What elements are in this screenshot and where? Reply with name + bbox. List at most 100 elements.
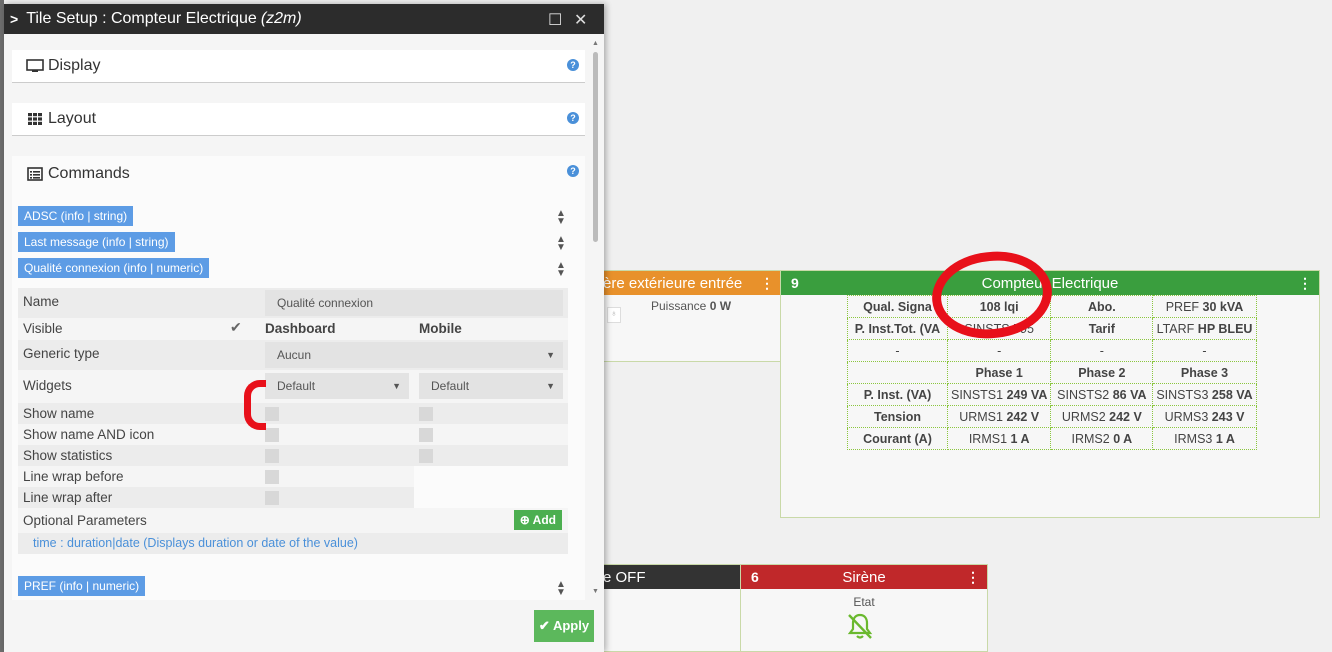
tile-off[interactable]: e OFF: [600, 564, 742, 652]
grid-icon: [28, 113, 42, 125]
row-show-statistics: Show statistics: [18, 445, 568, 466]
panel-header: Display: [12, 50, 585, 82]
meter-cell-text: Phase 3: [1180, 365, 1229, 380]
meter-cell: SINSTS1 249 VA: [946, 383, 1052, 406]
name-input[interactable]: Qualité connexion: [265, 290, 563, 316]
meter-row: ----: [847, 339, 1257, 362]
show-name-mobile-checkbox[interactable]: [419, 407, 433, 421]
tile-menu-icon[interactable]: ⋮: [966, 569, 980, 586]
row-visible: Visible ✔ Dashboard Mobile: [18, 318, 568, 340]
row-line-wrap-before: Line wrap before: [18, 466, 414, 487]
dialog-titlebar: > Tile Setup : Compteur Electrique (z2m)…: [4, 4, 604, 34]
tile-setup-dialog: > Tile Setup : Compteur Electrique (z2m)…: [4, 4, 604, 652]
tile-menu-icon[interactable]: ⋮: [1298, 275, 1312, 292]
command-last-message[interactable]: Last message (info | string): [18, 232, 175, 252]
meter-cell-text: -: [1202, 343, 1207, 358]
panel-display[interactable]: Display ?: [12, 50, 585, 83]
widget-mobile-value: Default: [431, 379, 470, 393]
widget-dashboard-value: Default: [277, 379, 316, 393]
meter-cell: URMS3 243 V: [1152, 405, 1257, 428]
maximize-icon[interactable]: ☐: [548, 10, 562, 30]
command-pref[interactable]: PREF (info | numeric): [18, 576, 146, 596]
scroll-thumb[interactable]: [593, 52, 598, 242]
meter-row: Courant (A) IRMS1 1 A IRMS2 0 A IRMS3 1 A: [847, 427, 1257, 450]
bell-off-icon[interactable]: [845, 611, 875, 641]
bulb-icon[interactable]: ♁: [607, 307, 621, 323]
help-icon[interactable]: ?: [567, 112, 579, 124]
dialog-title: Tile Setup : Compteur Electrique: [26, 10, 257, 27]
meter-cell-text: Qual. Signa: [863, 299, 932, 314]
line-wrap-after-label: Line wrap after: [23, 490, 113, 505]
show-name-icon-dashboard-checkbox[interactable]: [265, 428, 279, 442]
tile-header: ère extérieure entrée ⋮: [601, 271, 781, 295]
meter-cell-text: Courant (A): [863, 431, 932, 446]
sort-handle-icon[interactable]: ▲ ▼: [556, 261, 566, 279]
command-adsc[interactable]: ADSC (info | string): [18, 206, 134, 226]
generic-type-label: Generic type: [23, 346, 100, 361]
power-label: Puissance: [650, 299, 707, 313]
tile-title: Sirène: [842, 568, 886, 586]
show-statistics-dashboard-checkbox[interactable]: [265, 449, 279, 463]
meter-row: Qual. Signa 108 lqi Abo. PREF 30 kVA: [847, 295, 1257, 318]
plus-circle-icon: ⊕: [519, 513, 530, 527]
help-icon[interactable]: ?: [567, 59, 579, 71]
visible-check-icon[interactable]: ✔: [230, 319, 242, 336]
sort-handle-icon[interactable]: ▲ ▼: [556, 580, 566, 598]
meter-cell-value: 30 kVA: [1202, 299, 1244, 314]
mobile-label: Mobile: [419, 321, 462, 336]
tile-title: ère extérieure entrée: [603, 274, 743, 292]
generic-type-select[interactable]: Aucun ▼: [265, 342, 563, 368]
meter-cell-value: HP BLEU: [1197, 321, 1253, 336]
help-icon[interactable]: ?: [567, 165, 579, 177]
sort-handle-icon[interactable]: ▲ ▼: [556, 235, 566, 253]
add-parameter-button[interactable]: ⊕ Add: [513, 510, 562, 530]
tile-menu-icon[interactable]: ⋮: [760, 275, 774, 292]
meter-cell: SINSTS3 258 VA: [1152, 383, 1257, 406]
meter-cell-text: P. Inst.Tot. (VA: [854, 321, 941, 336]
dialog-body: Display ? Layout ? Commands ? ADSC (info…: [4, 34, 588, 600]
meter-cell-value: 258 VA: [1211, 387, 1253, 402]
caret-down-icon: ▼: [546, 350, 555, 360]
meter-cell: IRMS3 1 A: [1152, 427, 1257, 450]
tile-compteur-electrique[interactable]: 9 Compteur Electrique ⋮ Qual. Signa 108 l…: [780, 270, 1320, 518]
sort-handle-icon[interactable]: ▲ ▼: [556, 209, 566, 227]
row-name: Name Qualité connexion: [18, 288, 568, 318]
meter-cell-text: IRMS1: [968, 431, 1011, 446]
meter-cell-value: 1 A: [1010, 431, 1030, 446]
line-wrap-before-checkbox[interactable]: [265, 470, 279, 484]
widget-dashboard-select[interactable]: Default ▼: [265, 373, 409, 399]
meter-cell: PREF 30 kVA: [1152, 295, 1257, 318]
panel-header[interactable]: Commands: [12, 156, 585, 192]
close-icon[interactable]: ✕: [574, 10, 587, 30]
dialog-scrollbar[interactable]: ▲ ▼: [592, 40, 600, 600]
meter-cell-text: URMS2: [1061, 409, 1110, 424]
meter-cell-text: Tarif: [1088, 321, 1115, 336]
tile-exterior-entry[interactable]: ère extérieure entrée ⋮ Puissance 0 W ♁: [600, 270, 782, 362]
show-name-dashboard-checkbox[interactable]: [265, 407, 279, 421]
scroll-up-icon[interactable]: ▲: [592, 40, 599, 47]
panel-layout[interactable]: Layout ?: [12, 103, 585, 136]
command-qualite-connexion[interactable]: Qualité connexion (info | numeric): [18, 258, 210, 278]
meter-cell: -: [946, 339, 1052, 362]
tile-sirene[interactable]: 6 Sirène ⋮ Etat: [740, 564, 988, 652]
row-optional-parameters: Optional Parameters ⊕ Add: [18, 508, 568, 533]
meter-cell-text: Phase 1: [975, 365, 1023, 380]
chevron-right-icon: >: [10, 11, 19, 27]
meter-cell: URMS1 242 V: [946, 405, 1052, 428]
meter-cell-value: 243 V: [1211, 409, 1245, 424]
show-name-icon-mobile-checkbox[interactable]: [419, 428, 433, 442]
scroll-down-icon[interactable]: ▼: [592, 588, 599, 595]
meter-cell-text: SINSTS3: [1156, 387, 1212, 402]
tile-title: e OFF: [603, 568, 646, 586]
panel-title: Display: [48, 57, 101, 74]
widget-mobile-select[interactable]: Default ▼: [419, 373, 563, 399]
show-statistics-mobile-checkbox[interactable]: [419, 449, 433, 463]
meter-row: Tension URMS1 242 V URMS2 242 V URMS3 243 V: [847, 405, 1257, 428]
line-wrap-after-checkbox[interactable]: [265, 491, 279, 505]
monitor-icon: [26, 59, 44, 72]
panel-header: Layout: [12, 103, 585, 135]
apply-button[interactable]: ✔ Apply: [534, 610, 594, 642]
visible-label: Visible: [23, 321, 63, 336]
power-value: 0 W: [709, 299, 732, 313]
meter-cell-value: 0 A: [1113, 431, 1133, 446]
